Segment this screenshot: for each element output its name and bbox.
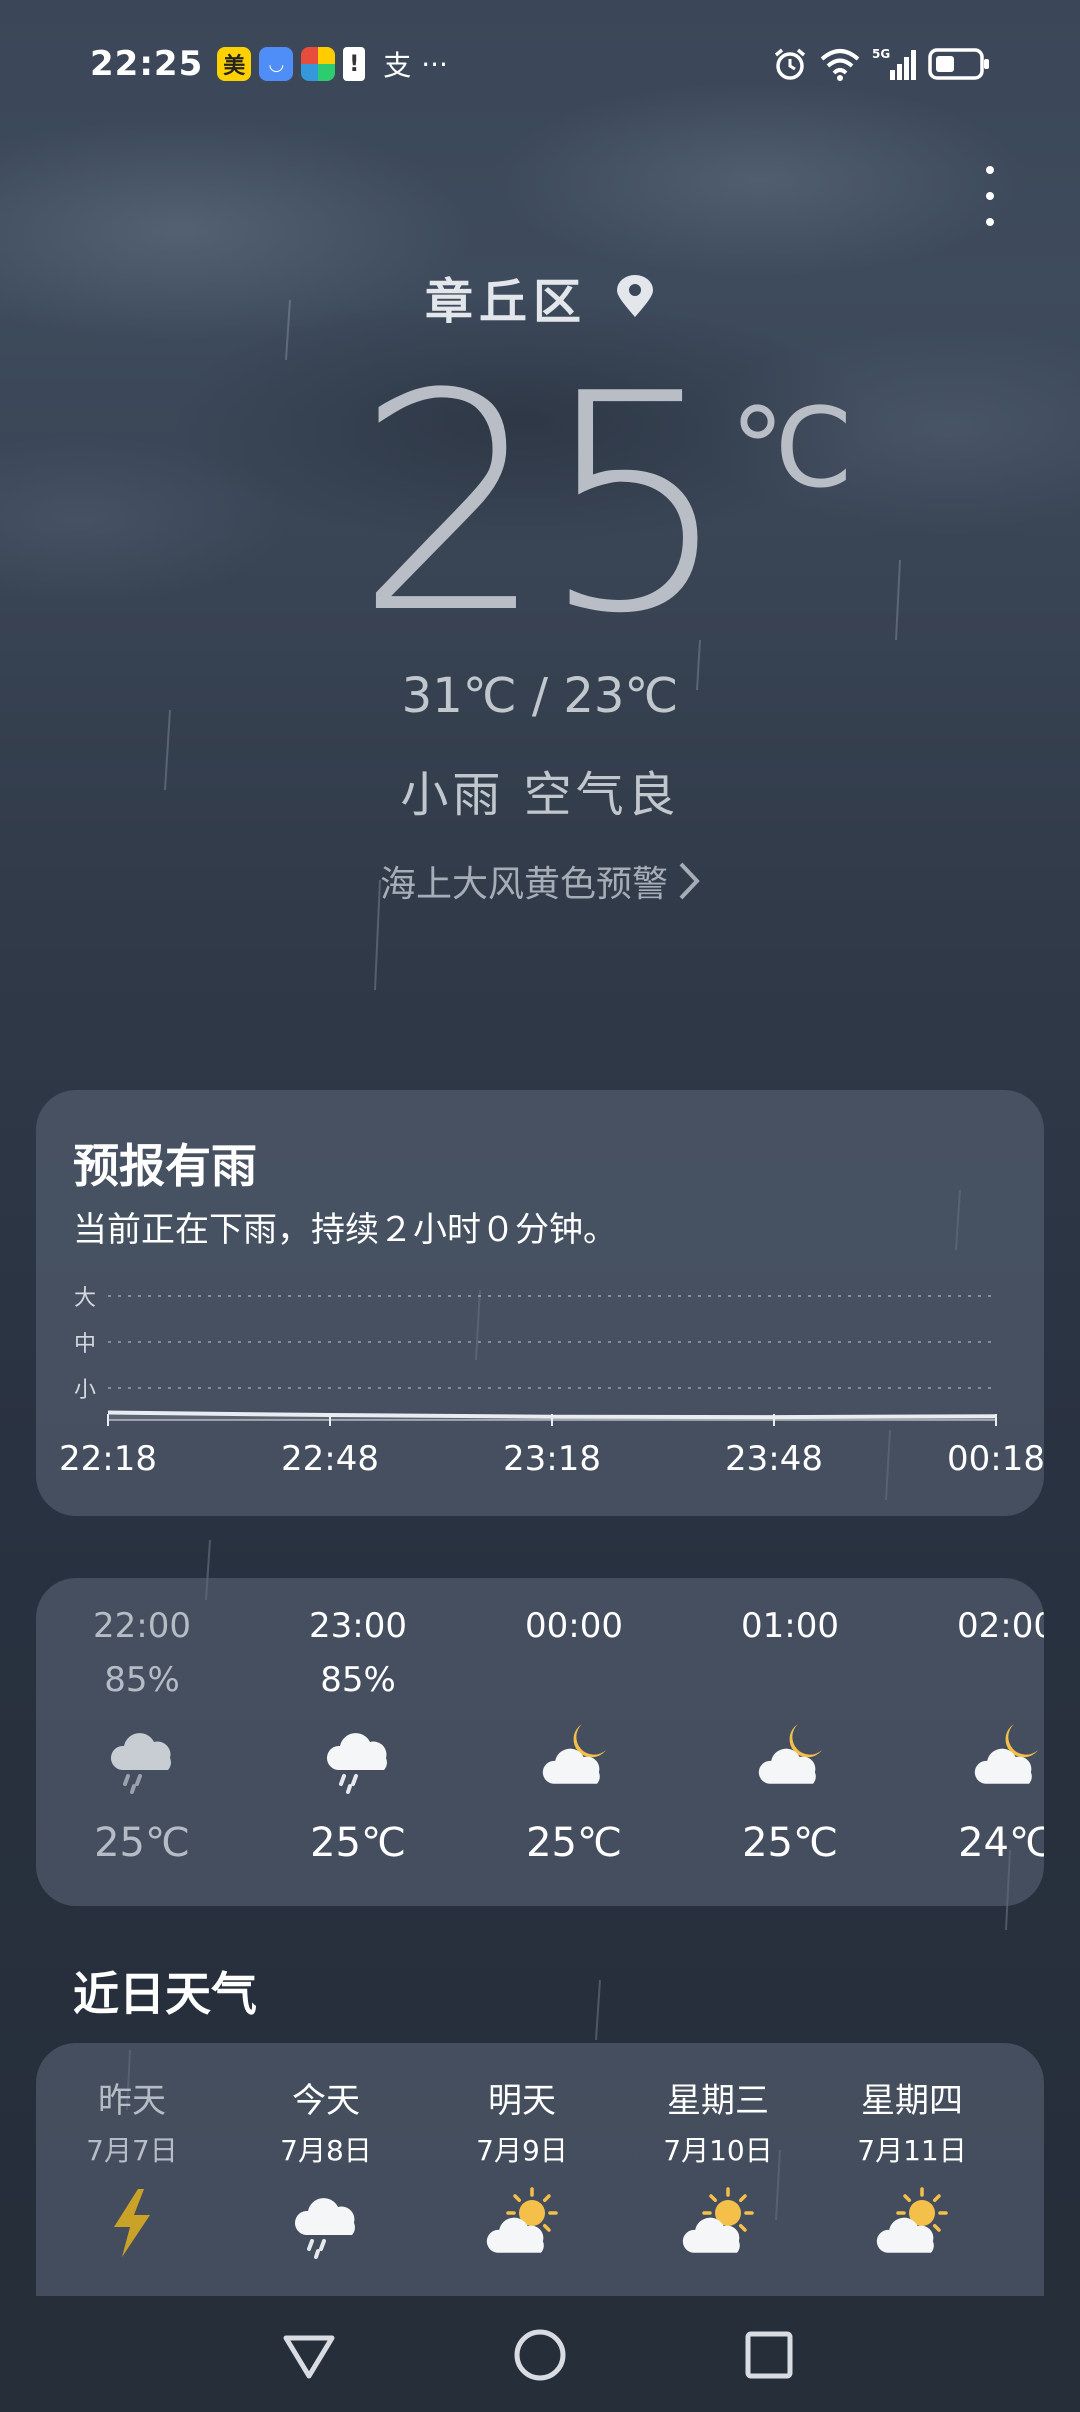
alarm-icon: [774, 48, 806, 80]
current-temperature: 25: [355, 330, 731, 679]
hourly-item: 02:00 24℃: [936, 1578, 1044, 1906]
daily-item[interactable]: 星期三 7月10日: [638, 2043, 798, 2303]
weather-alert-text: 海上大风黄色预警: [379, 864, 668, 905]
navigation-bar: [0, 2296, 1080, 2412]
chart-time-label: 22:18: [59, 1439, 157, 1479]
back-button[interactable]: [274, 2320, 344, 2390]
daily-item[interactable]: 星期四 7月11日: [832, 2043, 992, 2303]
home-button[interactable]: [505, 2320, 575, 2390]
precipitation-chart: 大中小 22:18 22:48 23:18 23:48 00:18: [59, 1286, 1044, 1479]
hourly-time: 23:00: [309, 1606, 407, 1646]
daily-day-name: 明天: [488, 2081, 556, 2121]
rain-cloud-icon: [326, 1733, 387, 1794]
hourly-item: 22:00 85% 25℃: [72, 1578, 212, 1906]
alipay-icon: 支: [383, 49, 412, 82]
daily-date: 7月9日: [476, 2134, 568, 2167]
colorful-app-icon: [301, 47, 336, 81]
hourly-temperature: 25℃: [310, 1820, 406, 1866]
more-dot-icon: [986, 192, 994, 200]
location-header[interactable]: 章丘区: [0, 262, 1080, 332]
rain-cloud-icon: [294, 2198, 355, 2259]
more-dot-icon: [986, 166, 994, 174]
location-pin-icon: [617, 275, 653, 317]
status-bar: 22:25 美 ◡ ! 支 ··· 5G: [0, 36, 1080, 92]
daily-date: 7月11日: [857, 2134, 967, 2167]
daily-date: 7月7日: [86, 2134, 178, 2167]
network-type-label: 5G: [872, 47, 890, 61]
precipitation-title: 预报有雨: [73, 1139, 257, 1193]
chevron-right-icon: [679, 862, 700, 900]
moon-cloud-icon: [758, 1724, 822, 1784]
weather-alert-link[interactable]: 海上大风黄色预警: [0, 855, 1080, 907]
sun-cloud-icon: [682, 2187, 754, 2253]
rain-cloud-icon: [110, 1733, 171, 1794]
chart-time-label: 00:18: [947, 1439, 1044, 1479]
temperature-range: 31℃ / 23℃: [401, 668, 679, 724]
daily-date: 7月10日: [663, 2134, 773, 2167]
hourly-item: 00:00 25℃: [504, 1578, 644, 1906]
weather-condition: 小雨 空气良: [400, 767, 680, 823]
hourly-temperature: 25℃: [526, 1820, 622, 1866]
moon-cloud-icon: [542, 1724, 606, 1784]
thunder-icon: [114, 2189, 150, 2257]
meituan-app-icon: 美: [217, 47, 252, 81]
hourly-precip-probability: 85%: [320, 1660, 396, 1700]
more-dot-icon: [986, 218, 994, 226]
blue-app-icon: ◡: [259, 47, 294, 81]
more-options-button[interactable]: [970, 160, 1010, 240]
wifi-icon: [820, 49, 860, 81]
precipitation-description: 当前正在下雨，持续２小时０分钟。: [73, 1210, 617, 1250]
hourly-temperature: 25℃: [94, 1820, 190, 1866]
hourly-time: 01:00: [741, 1606, 839, 1646]
daily-day-name: 星期四: [861, 2081, 963, 2121]
daily-date: 7月8日: [280, 2134, 372, 2167]
hourly-temperature: 24℃: [958, 1820, 1044, 1866]
status-time: 22:25: [90, 44, 204, 84]
location-name: 章丘区: [424, 274, 587, 330]
hourly-forecast-card[interactable]: 22:00 85% 25℃ 23:00 85% 25℃ 00:00 25℃ 01:00 25℃ 02…: [36, 1578, 1044, 1906]
recent-apps-button[interactable]: [734, 2320, 804, 2390]
chart-level-label: 大: [74, 1286, 96, 1311]
hourly-time: 22:00: [93, 1606, 191, 1646]
temperature-unit: ℃: [730, 384, 854, 512]
hourly-item: 23:00 85% 25℃: [288, 1578, 428, 1906]
daily-forecast-card[interactable]: 昨天 7月7日 今天 7月8日 明天 7月9日 星期三 7月10日 星期四 7月11日: [36, 2043, 1044, 2303]
hourly-item: 01:00 25℃: [720, 1578, 860, 1906]
daily-day-name: 今天: [292, 2081, 360, 2121]
daily-day-name: 昨天: [98, 2081, 166, 2121]
chart-time-label: 23:18: [503, 1439, 601, 1479]
warning-notification-icon: !: [343, 47, 366, 81]
daily-item[interactable]: 明天 7月9日: [442, 2043, 602, 2303]
cellular-signal-icon: 5G: [872, 47, 916, 80]
hourly-precip-probability: 85%: [104, 1660, 180, 1700]
hourly-time: 00:00: [525, 1606, 623, 1646]
recent-weather-title: 近日天气: [73, 1967, 257, 2021]
hourly-time: 02:00: [957, 1606, 1044, 1646]
chart-time-label: 22:48: [281, 1439, 379, 1479]
moon-cloud-icon: [974, 1724, 1038, 1784]
daily-item[interactable]: 昨天 7月7日: [52, 2043, 212, 2303]
sun-cloud-icon: [486, 2187, 558, 2253]
chart-level-label: 小: [74, 1378, 96, 1403]
daily-day-name: 星期三: [667, 2081, 769, 2121]
more-notifications-icon: ···: [421, 47, 448, 81]
daily-item[interactable]: 今天 7月8日: [246, 2043, 406, 2303]
hourly-temperature: 25℃: [742, 1820, 838, 1866]
chart-time-label: 23:48: [725, 1439, 823, 1479]
sun-cloud-icon: [876, 2187, 948, 2253]
precipitation-card[interactable]: 预报有雨 当前正在下雨，持续２小时０分钟。 大中小 22:18 22:48 23:18…: [36, 1090, 1044, 1516]
battery-icon: [928, 48, 989, 80]
chart-level-label: 中: [74, 1332, 96, 1357]
